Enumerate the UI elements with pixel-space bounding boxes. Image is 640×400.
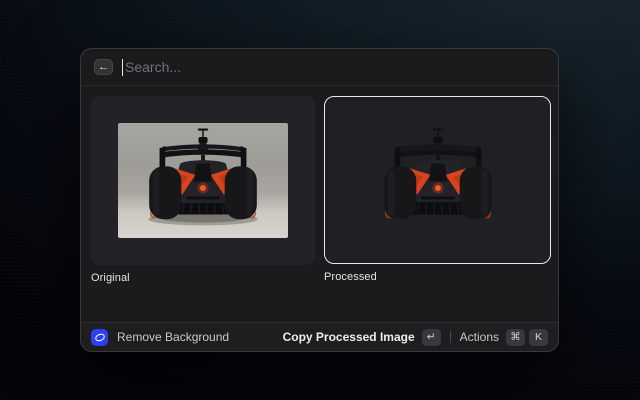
desktop-background: ← Original [0, 0, 640, 400]
panel-processed: Processed [324, 96, 551, 283]
original-label: Original [91, 272, 315, 284]
actions-shortcut: ⌘ K [506, 329, 548, 346]
actions-menu-button[interactable]: Actions ⌘ K [460, 329, 548, 346]
footer-actions: Copy Processed Image ↵ Actions ⌘ K [283, 329, 548, 346]
f1-car-original-image [118, 123, 288, 238]
footer-extension-info: Remove Background [91, 329, 229, 346]
loop-glyph-icon [94, 332, 106, 342]
command-key-badge: ⌘ [506, 329, 525, 346]
f1-car-processed-image [353, 123, 523, 238]
return-key-badge: ↵ [422, 329, 441, 346]
results-area: Original Processed [81, 86, 558, 322]
copy-processed-image-button[interactable]: Copy Processed Image ↵ [283, 329, 441, 346]
back-button[interactable]: ← [94, 59, 113, 75]
k-key-badge: K [529, 329, 548, 346]
footer-action-bar: Remove Background Copy Processed Image ↵… [81, 322, 558, 351]
processed-label: Processed [324, 271, 551, 283]
extension-title: Remove Background [117, 330, 229, 344]
search-input[interactable] [125, 59, 545, 75]
original-image [118, 123, 288, 238]
panel-original: Original [91, 96, 315, 284]
back-arrow-icon: ← [98, 62, 109, 73]
processed-image-card[interactable] [324, 96, 551, 264]
primary-action-label: Copy Processed Image [283, 330, 415, 344]
search-field-wrap [122, 59, 545, 76]
original-image-card[interactable] [91, 96, 315, 265]
footer-divider [450, 331, 451, 343]
remove-background-icon [91, 329, 108, 346]
actions-label: Actions [460, 330, 499, 344]
search-bar: ← [81, 49, 558, 86]
command-palette-window: ← Original [80, 48, 559, 352]
text-caret [122, 59, 123, 76]
